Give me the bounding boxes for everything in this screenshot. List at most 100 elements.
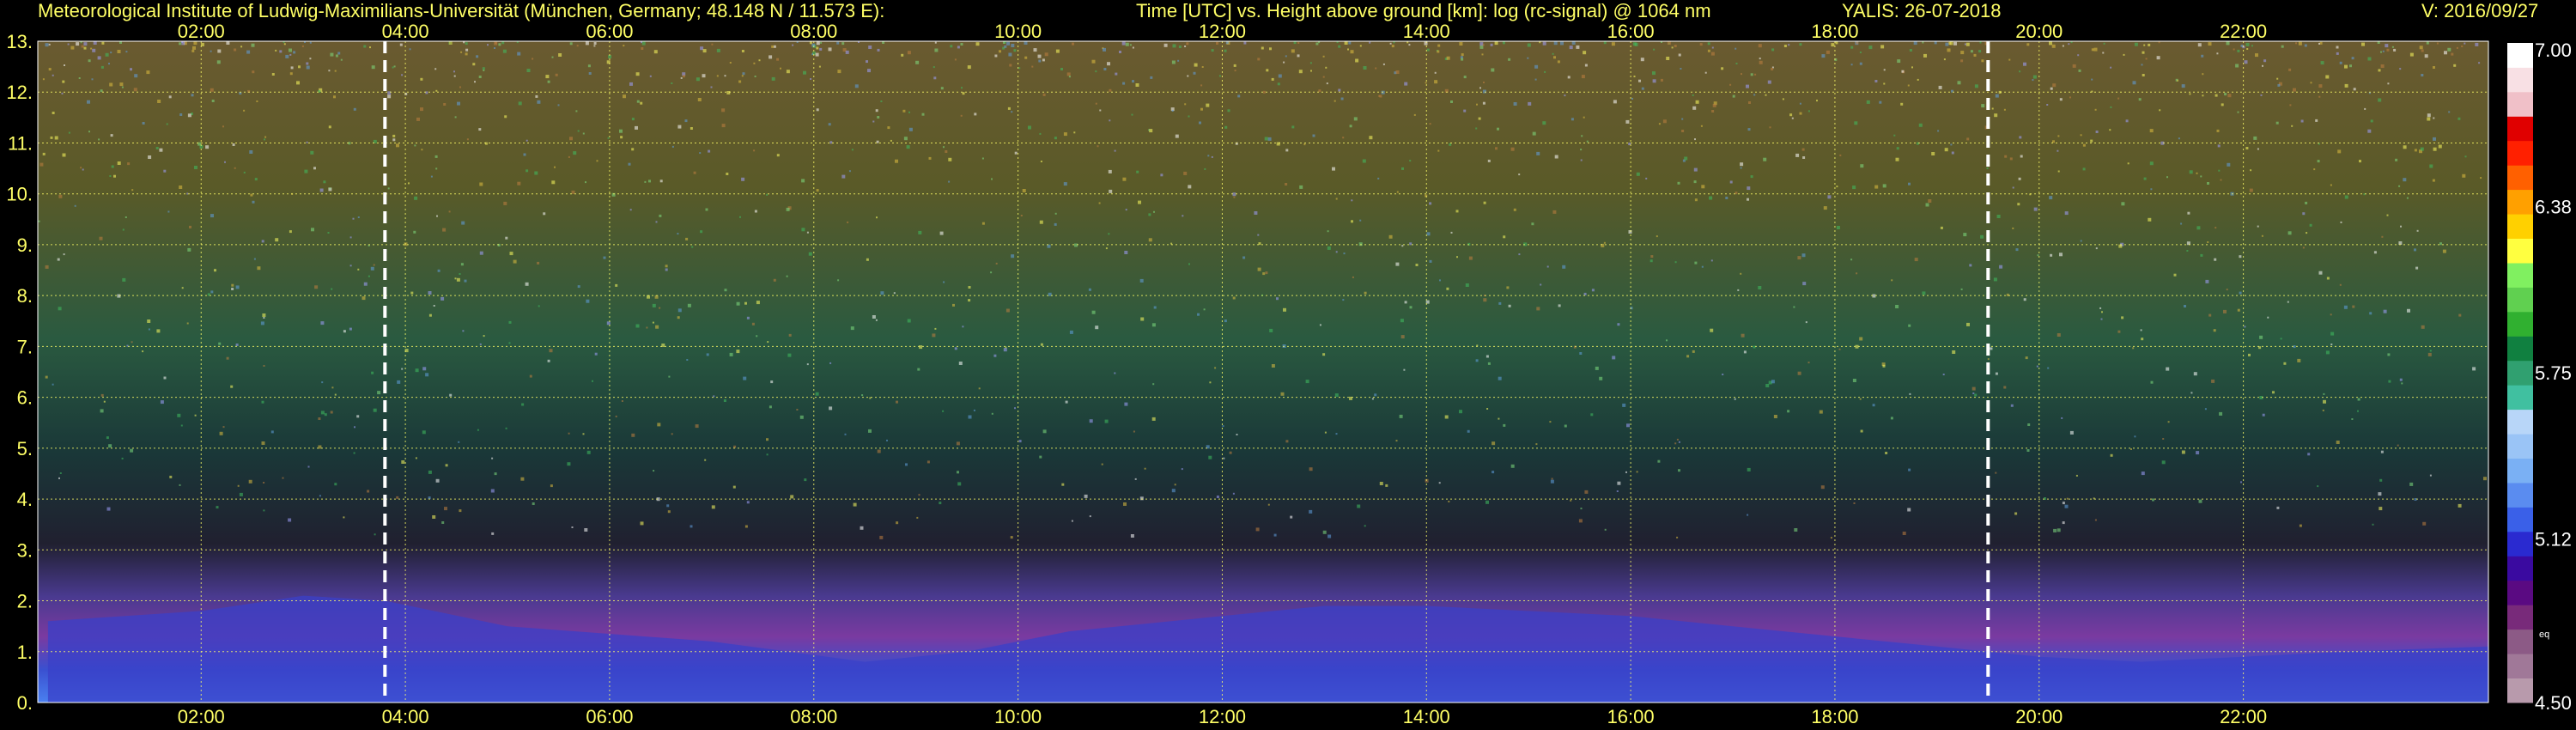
noise-speck [2049,41,2052,46]
noise-speck [2193,372,2197,376]
noise-speck [2295,42,2297,45]
noise-speck [956,441,960,446]
noise-speck [320,411,325,415]
noise-speck [1364,291,1367,295]
noise-speck [1872,404,1875,407]
noise-speck [2100,318,2103,320]
noise-speck [943,281,945,283]
noise-speck [2391,46,2394,48]
noise-speck [62,80,65,83]
noise-speck [155,147,159,149]
noise-speck [1186,42,1189,46]
noise-speck [2173,273,2177,277]
x-tick-label-bottom: 12:00 [1199,706,1246,727]
noise-speck [1945,42,1949,46]
noise-speck [2337,149,2342,154]
noise-speck [829,406,833,411]
noise-speck [1233,196,1236,198]
noise-speck [1222,425,1224,428]
noise-speck [2148,43,2151,46]
y-tick-label: 12. [6,82,33,103]
noise-speck [1753,94,1756,96]
noise-speck [2032,75,2037,79]
noise-speck [505,236,508,240]
noise-speck [2177,79,2179,82]
noise-speck [210,290,214,294]
noise-speck [1553,41,1558,46]
noise-speck [474,81,476,83]
noise-speck [1791,117,1794,119]
noise-speck [2018,177,2021,180]
noise-speck [415,457,417,459]
noise-speck [1091,59,1096,64]
noise-speck [1787,410,1790,413]
noise-speck [1188,263,1190,265]
noise-speck [927,460,930,464]
noise-speck [1616,490,1619,492]
noise-speck [235,285,240,289]
noise-speck [1617,481,1621,485]
colorbar-block [2507,483,2533,508]
noise-speck [1552,52,1554,55]
noise-speck [2330,332,2335,336]
noise-speck [1678,53,1681,57]
noise-speck [1404,301,1407,304]
noise-speck [962,325,964,328]
noise-speck [491,532,495,535]
noise-speck [526,69,531,72]
noise-speck [1508,58,1511,61]
noise-speck [1121,41,1126,46]
colorbar-block [2507,360,2533,386]
noise-speck [1741,73,1742,76]
noise-speck [1276,297,1279,301]
noise-speck [2051,44,2056,48]
noise-speck [1740,167,1742,169]
noise-speck [2325,350,2330,355]
noise-speck [436,215,438,217]
noise-speck [57,258,60,261]
noise-speck [2014,512,2018,515]
noise-speck [1942,374,1945,375]
noise-speck [1823,206,1827,210]
x-tick-label-top: 10:00 [994,21,1042,42]
noise-speck [1132,46,1134,49]
noise-speck [1937,130,1940,132]
noise-speck [1181,468,1183,471]
noise-speck [739,216,741,218]
noise-speck [1503,423,1506,427]
noise-speck [2152,498,2154,502]
noise-speck [2369,312,2372,315]
noise-speck [2198,499,2202,503]
noise-speck [1482,44,1485,46]
noise-speck [1033,48,1037,52]
noise-speck [671,433,673,435]
noise-speck [235,344,239,346]
noise-speck [2082,143,2086,147]
noise-speck [995,262,998,265]
noise-speck [1009,64,1012,67]
noise-speck [1974,84,1978,88]
noise-speck [2351,57,2354,60]
noise-speck [1377,177,1380,179]
noise-speck [534,171,538,175]
noise-speck [363,282,368,286]
noise-speck [374,533,376,536]
noise-speck [1183,171,1188,175]
noise-speck [1732,94,1735,98]
noise-speck [973,409,975,411]
noise-speck [940,87,944,90]
noise-speck [1902,532,1906,535]
x-tick-label-bottom: 10:00 [994,706,1042,727]
noise-speck [491,457,494,459]
noise-speck [1338,45,1341,48]
noise-speck [2196,451,2200,455]
noise-speck [948,157,952,161]
noise-speck [1291,125,1295,129]
noise-speck [836,41,840,45]
noise-speck [252,70,255,74]
noise-speck [62,153,66,157]
noise-speck [1771,68,1774,70]
noise-speck [1995,372,1998,375]
noise-speck [1925,203,1929,207]
x-tick-label-top: 08:00 [790,21,837,42]
